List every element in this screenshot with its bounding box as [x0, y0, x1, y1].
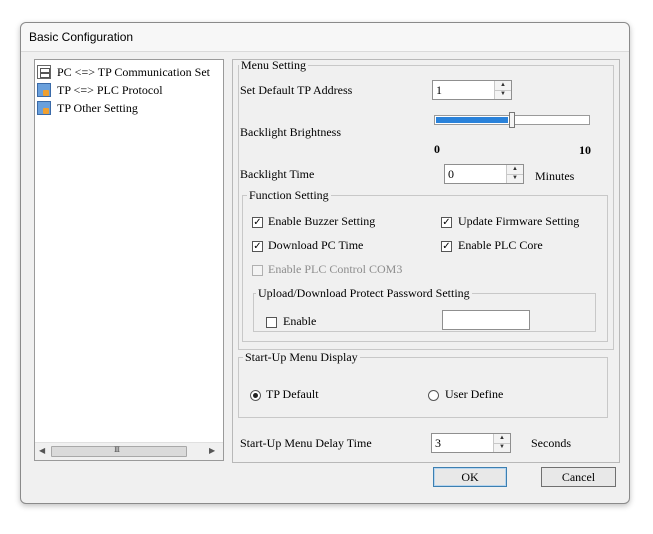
- spin-down-icon[interactable]: ▼: [507, 174, 523, 183]
- password-enable-checkbox[interactable]: [266, 317, 277, 328]
- title-bar[interactable]: Basic Configuration: [21, 23, 629, 52]
- backlight-time-unit: Minutes: [535, 169, 575, 183]
- brightness-slider-fill: [436, 117, 508, 123]
- password-input[interactable]: [442, 310, 530, 330]
- backlight-brightness-label: Backlight Brightness: [240, 125, 341, 139]
- backlight-time-value: 0: [448, 167, 454, 181]
- startup-delay-label: Start-Up Menu Delay Time: [240, 436, 372, 450]
- download-pc-time-label: Download PC Time: [268, 238, 364, 252]
- startup-delay-unit: Seconds: [531, 436, 571, 450]
- ok-button[interactable]: OK: [433, 467, 507, 487]
- spin-down-icon[interactable]: ▼: [495, 90, 511, 99]
- scroll-right-arrow-icon[interactable]: ▶: [209, 446, 215, 455]
- device-icon: [37, 83, 51, 97]
- window-title: Basic Configuration: [29, 30, 134, 44]
- enable-plc-com3-checkbox: [252, 265, 263, 276]
- tp-address-label: Set Default TP Address: [240, 83, 353, 97]
- spin-down-icon[interactable]: ▼: [494, 443, 510, 452]
- settings-tree: PC <=> TP Communication Set TP <=> PLC P…: [34, 59, 224, 461]
- user-define-label: User Define: [445, 387, 504, 401]
- startup-delay-value: 3: [435, 436, 441, 450]
- download-pc-time-checkbox[interactable]: ✓: [252, 241, 263, 252]
- enable-buzzer-label: Enable Buzzer Setting: [268, 214, 376, 228]
- tree-horizontal-scrollbar[interactable]: ◀ III ▶: [35, 442, 223, 460]
- tp-address-value: 1: [436, 83, 442, 97]
- enable-plc-core-checkbox[interactable]: ✓: [441, 241, 452, 252]
- scroll-left-arrow-icon[interactable]: ◀: [39, 446, 45, 455]
- tree-item-label: TP Other Setting: [57, 101, 138, 115]
- connection-icon: [37, 65, 51, 79]
- spin-buttons: ▲ ▼: [493, 434, 510, 452]
- tp-default-label: TP Default: [266, 387, 319, 401]
- enable-plc-com3-label: Enable PLC Control COM3: [268, 262, 403, 276]
- scroll-grip: III: [114, 445, 120, 454]
- backlight-time-spinbox[interactable]: 0 ▲ ▼: [444, 164, 524, 184]
- brightness-max-label: 10: [579, 143, 591, 157]
- backlight-time-label: Backlight Time: [240, 167, 315, 181]
- user-define-radio[interactable]: [428, 390, 439, 401]
- brightness-slider-thumb[interactable]: [509, 112, 515, 128]
- update-firmware-checkbox[interactable]: ✓: [441, 217, 452, 228]
- update-firmware-label: Update Firmware Setting: [458, 214, 580, 228]
- spin-buttons: ▲ ▼: [506, 165, 523, 183]
- settings-panel: Menu Setting Set Default TP Address 1 ▲ …: [232, 58, 620, 463]
- menu-setting-legend: Menu Setting: [241, 58, 306, 72]
- settings-device-icon: [37, 101, 51, 115]
- tree-item-label: TP <=> PLC Protocol: [57, 83, 163, 97]
- tree-item-label: PC <=> TP Communication Set: [57, 65, 210, 79]
- cancel-button[interactable]: Cancel: [541, 467, 616, 487]
- tp-address-spinbox[interactable]: 1 ▲ ▼: [432, 80, 512, 100]
- enable-plc-core-label: Enable PLC Core: [458, 238, 543, 252]
- brightness-min-label: 0: [434, 142, 440, 156]
- basic-configuration-dialog: Basic Configuration PC <=> TP Communicat…: [20, 22, 630, 504]
- brightness-slider[interactable]: [434, 112, 590, 128]
- scroll-thumb[interactable]: III: [51, 445, 187, 457]
- tp-default-radio[interactable]: [250, 390, 261, 401]
- startup-delay-spinbox[interactable]: 3 ▲ ▼: [431, 433, 511, 453]
- spin-buttons: ▲ ▼: [494, 81, 511, 99]
- password-setting-legend: Upload/Download Protect Password Setting: [258, 286, 470, 300]
- enable-buzzer-checkbox[interactable]: ✓: [252, 217, 263, 228]
- function-setting-legend: Function Setting: [249, 188, 329, 202]
- startup-menu-group: Start-Up Menu Display: [238, 350, 608, 418]
- startup-menu-legend: Start-Up Menu Display: [245, 350, 358, 364]
- password-enable-label: Enable: [283, 314, 317, 328]
